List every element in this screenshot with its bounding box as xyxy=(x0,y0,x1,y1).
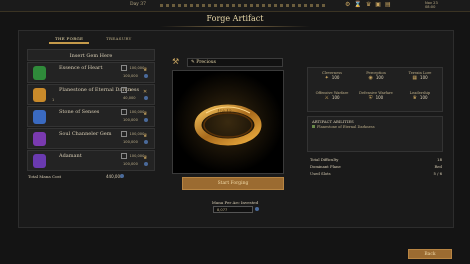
material-row[interactable]: Stone of Senses 100,000 100,000 ♛ xyxy=(27,106,155,127)
blue-gem-icon xyxy=(33,110,46,124)
svg-text:ᚠᚢᚦᚨᚱ: ᚠᚢᚦᚨᚱ xyxy=(217,109,232,115)
tab-the-forge[interactable]: THE FORGE xyxy=(48,36,90,44)
stat-offensive-warfare: Offensive Warfare ⚔ 100 xyxy=(315,91,349,101)
material-name: Stone of Senses xyxy=(59,109,100,115)
mana-coin-icon xyxy=(255,207,259,211)
top-icons: ⚙ ⌛ ♛ ▣ ▤ xyxy=(345,1,391,8)
material-cost: 100,000 xyxy=(123,162,138,166)
sword-icon: ⚔ xyxy=(324,95,329,101)
title-divider xyxy=(160,26,310,27)
page-title: Forge Artifact xyxy=(206,14,264,23)
green-gem-icon xyxy=(33,66,46,80)
stats-panel: Cleverness ✦ 100 Perception ◉ 100 Terrain … xyxy=(307,67,443,112)
material-row[interactable]: Adamant 100,000 100,000 ♛ xyxy=(27,150,155,171)
mana-per-arc-label: Mana Per Arc Invested xyxy=(211,200,259,205)
material-name: Soul Channeler Gem xyxy=(59,131,112,137)
material-cost: 100,000 xyxy=(123,140,138,144)
material-qty: 100,000 xyxy=(121,153,144,159)
map-icon: ▦ xyxy=(412,75,418,81)
material-qty: 100,000 xyxy=(121,65,144,71)
date-display: Nov 23 08:00 xyxy=(425,1,438,9)
top-bar: Day 37 ⚙ ⌛ ♛ ▣ ▤ Nov 23 08:00 xyxy=(0,0,470,12)
gear-icon[interactable]: ⚙ xyxy=(345,1,350,8)
stat-perception: Perception ◉ 100 xyxy=(366,71,386,81)
mana-coin-icon xyxy=(144,162,148,166)
eye-icon: ◉ xyxy=(368,75,373,81)
material-qty: 100,000 xyxy=(121,109,144,115)
crown-icon: ♛ xyxy=(143,133,148,139)
material-cost: 40,000 xyxy=(123,96,136,100)
material-name: Adamant xyxy=(59,153,82,159)
crown-icon: ♛ xyxy=(143,111,148,117)
planestone-icon xyxy=(33,88,46,102)
mana-coin-icon xyxy=(144,118,148,122)
material-row[interactable]: Soul Channeler Gem 100,000 100,000 ♛ xyxy=(27,128,155,149)
mana-per-arc-input[interactable]: 8,077 xyxy=(213,206,253,213)
hammer-icon: ⚒ xyxy=(172,57,180,66)
mana-coin-icon xyxy=(144,140,148,144)
timeline xyxy=(160,4,330,7)
crown-icon: ♛ xyxy=(143,67,148,73)
material-row[interactable]: Essence of Heart 100,000 100,000 ♛ xyxy=(27,62,155,83)
chest-icon[interactable]: ▣ xyxy=(375,1,381,8)
mana-coin-icon xyxy=(144,74,148,78)
start-forging-button[interactable]: Start Forging xyxy=(182,177,284,190)
stat-leadership: Leadership ♛ 100 xyxy=(409,91,431,101)
artifact-abilities-panel: ARTIFACT ABILITIES Planestone of Eternal… xyxy=(307,116,443,152)
material-cost: 100,000 xyxy=(123,74,138,78)
mana-coin-icon xyxy=(120,174,124,178)
material-qty: 1 xyxy=(121,87,132,93)
ability-icon xyxy=(312,125,315,128)
abilities-header: ARTIFACT ABILITIES xyxy=(312,119,354,124)
ability-item: Planestone of Eternal Darkness xyxy=(312,125,375,129)
adamant-icon xyxy=(33,154,46,168)
tab-treasury[interactable]: TREASURY xyxy=(106,36,132,41)
used-slots: Used Slots 5 / 6 xyxy=(310,171,442,176)
crown-icon[interactable]: ♛ xyxy=(366,1,371,8)
ring-image: ᚠᚢᚦᚨᚱ xyxy=(173,71,283,173)
material-cost: 100,000 xyxy=(123,118,138,122)
lightbulb-icon: ✦ xyxy=(324,75,329,81)
materials-list: Insert Gem Here Essence of Heart 100,000… xyxy=(27,49,155,183)
stat-cleverness: Cleverness ✦ 100 xyxy=(321,71,343,81)
crown-icon: ♛ xyxy=(143,155,148,161)
total-difficulty: Total Difficulty 18 xyxy=(310,157,442,162)
back-button[interactable]: Back xyxy=(408,249,452,259)
purple-gem-icon xyxy=(33,132,46,146)
dominant-plane: Dominant Plane Red xyxy=(310,164,442,169)
shield-icon: ⛨ xyxy=(368,95,373,101)
material-qty: 100,000 xyxy=(121,131,144,137)
material-row[interactable]: 1 Planestone of Eternal Darkness 1 40,00… xyxy=(27,84,155,105)
artifact-preview: ᚠᚢᚦᚨᚱ xyxy=(172,70,284,174)
book-icon[interactable]: ▤ xyxy=(385,1,391,8)
artifact-name-field[interactable]: ✎ Precious xyxy=(187,58,283,67)
hourglass-icon[interactable]: ⌛ xyxy=(354,1,361,8)
close-icon[interactable]: ✕ xyxy=(143,89,147,95)
stat-defensive-warfare: Defensive Warfare ⛨ 100 xyxy=(359,91,393,101)
insert-gem-slot[interactable]: Insert Gem Here xyxy=(27,49,155,61)
mana-coin-icon xyxy=(144,96,148,100)
material-name: Essence of Heart xyxy=(59,65,103,71)
material-count: 1 xyxy=(52,98,55,102)
crown-icon: ♛ xyxy=(412,95,417,101)
day-counter: Day 37 xyxy=(130,2,146,7)
stat-terrain-lore: Terrain Lore ▦ 100 xyxy=(408,71,432,81)
total-mana-cost: Total Mana Cost 440,000 xyxy=(28,174,124,179)
